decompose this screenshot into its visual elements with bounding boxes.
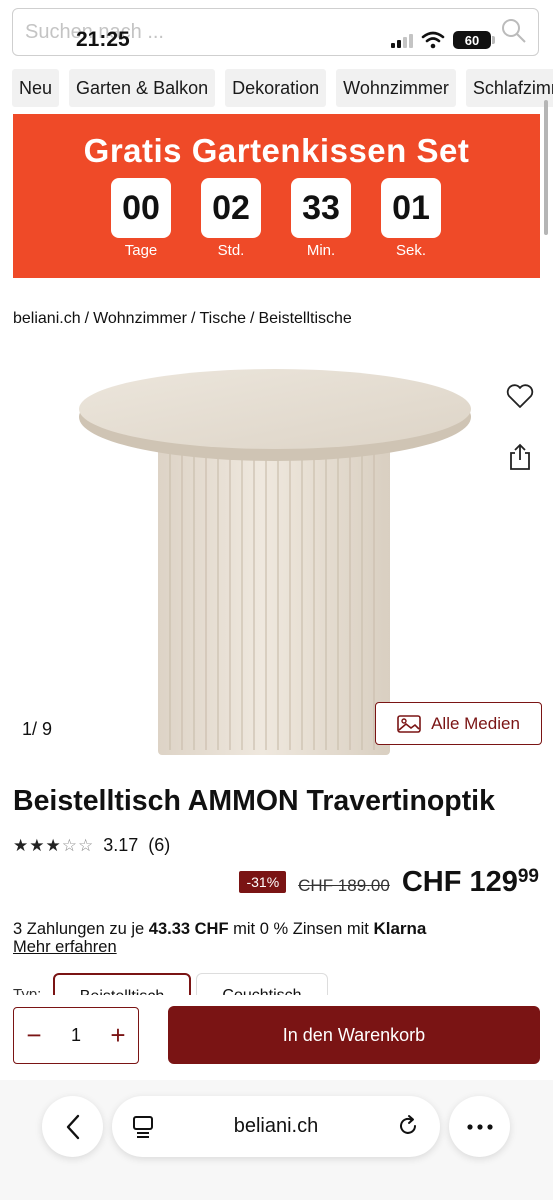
category-dekoration[interactable]: Dekoration	[225, 69, 327, 107]
category-neu[interactable]: Neu	[12, 69, 60, 107]
category-schlafzimmer[interactable]: Schlafzimmer	[465, 69, 553, 107]
klarna-amount: 43.33 CHF	[148, 920, 229, 938]
breadcrumb-wohnzimmer[interactable]: Wohnzimmer	[93, 310, 187, 327]
promo-title: Gratis Gartenkissen Set	[83, 132, 470, 169]
chevron-left-icon	[66, 1114, 79, 1139]
klarna-pre: 3 Zahlungen zu je	[13, 920, 149, 938]
breadcrumb: beliani.ch / Wohnzimmer / Tische / Beistelltis…	[13, 310, 352, 327]
star-filled-icon: ★	[13, 836, 29, 855]
rating-value: 3.17	[103, 835, 139, 855]
current-price: CHF 12999	[402, 866, 539, 899]
klarna-info: 3 Zahlungen zu je 43.33 CHF mit 0 % Zins…	[13, 919, 543, 939]
countdown-minutes: 33	[291, 178, 351, 238]
search-icon[interactable]	[500, 17, 528, 45]
countdown-seconds: 01	[381, 178, 441, 238]
star-rating: ★ ★ ★ ☆ ☆	[13, 837, 93, 854]
countdown-hours: 02	[201, 178, 261, 238]
signal-icon	[391, 32, 413, 48]
klarna-mid: mit 0 % Zinsen mit	[228, 920, 374, 938]
status-time: 21:25	[76, 28, 130, 51]
category-wohnzimmer[interactable]: Wohnzimmer	[336, 69, 456, 107]
more-button[interactable]	[449, 1096, 510, 1157]
image-icon	[397, 714, 421, 733]
more-info-link[interactable]: Mehr erfahren	[13, 938, 117, 957]
rating[interactable]: ★ ★ ★ ☆ ☆ 3.17 (6)	[13, 835, 170, 856]
decrement-button[interactable]: −	[22, 1022, 46, 1048]
discount-badge: -31%	[239, 871, 287, 893]
countdown-hours-label: Std.	[217, 242, 245, 259]
increment-button[interactable]: +	[106, 1022, 130, 1048]
breadcrumb-beistelltische[interactable]: Beistelltische	[258, 310, 351, 327]
battery-icon: 60	[453, 31, 495, 49]
quantity-stepper[interactable]: − 1 +	[13, 1007, 139, 1064]
price-row: -31% CHF 189.00 CHF 12999	[239, 866, 539, 899]
gallery-counter: 1/ 9	[22, 719, 53, 739]
add-to-cart-button[interactable]: In den Warenkorb	[168, 1006, 540, 1064]
more-icon	[466, 1123, 493, 1130]
wifi-icon	[421, 31, 445, 49]
heart-icon[interactable]	[505, 381, 535, 411]
breadcrumb-home[interactable]: beliani.ch	[13, 310, 81, 327]
all-media-button[interactable]: Alle Medien	[375, 702, 542, 745]
star-filled-icon: ★	[45, 836, 61, 855]
reload-icon[interactable]	[396, 1114, 420, 1138]
category-nav: Neu Garten & Balkon Dekoration Wohnzimme…	[12, 69, 553, 107]
url-text: beliani.ch	[233, 1115, 319, 1137]
star-filled-icon: ★	[29, 836, 45, 855]
countdown-seconds-label: Sek.	[395, 242, 426, 259]
product-title: Beistelltisch AMMON Travertinoptik	[13, 785, 495, 817]
address-bar[interactable]: beliani.ch	[112, 1096, 440, 1157]
category-garten-balkon[interactable]: Garten & Balkon	[69, 69, 216, 107]
klarna-logo: Klarna	[373, 919, 427, 938]
price-cents: 99	[517, 866, 539, 887]
star-empty-icon: ☆	[61, 836, 77, 855]
share-icon[interactable]	[507, 442, 533, 472]
price-main: CHF 129	[401, 866, 518, 898]
all-media-label: Alle Medien	[431, 713, 520, 733]
countdown-days-label: Tage	[124, 242, 158, 259]
breadcrumb-tische[interactable]: Tische	[199, 310, 246, 327]
back-button[interactable]	[42, 1096, 103, 1157]
old-price: CHF 189.00	[298, 876, 390, 895]
battery-level: 60	[464, 32, 480, 48]
quantity-value[interactable]: 1	[71, 1025, 81, 1046]
rating-count: (6)	[148, 835, 171, 855]
countdown-minutes-label: Min.	[306, 242, 336, 259]
star-empty-icon: ☆	[78, 836, 94, 855]
status-icons: 60	[391, 30, 495, 50]
countdown-days: 00	[111, 178, 171, 238]
